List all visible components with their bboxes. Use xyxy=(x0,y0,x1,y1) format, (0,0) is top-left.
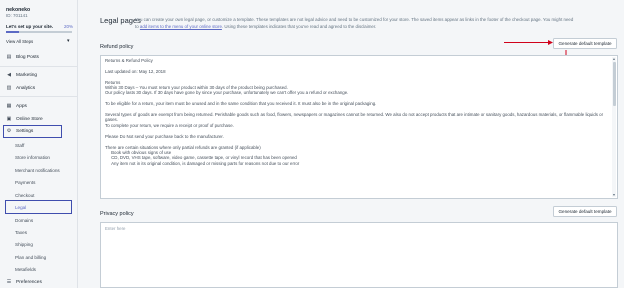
privacy-policy-label: Privacy policy xyxy=(100,211,134,217)
view-all-steps-link[interactable]: View All Steps xyxy=(6,39,33,44)
nav-label: Online Store xyxy=(16,116,43,122)
scrollbar[interactable]: ▲ ▼ xyxy=(612,57,616,197)
store-id: ID: 701141 xyxy=(6,13,28,18)
nav-label: Apps xyxy=(16,103,27,109)
scroll-thumb[interactable] xyxy=(612,62,616,106)
settings-sub-payments[interactable]: Payments xyxy=(15,180,35,185)
document-icon: ▤ xyxy=(6,54,12,60)
refund-policy-editor[interactable]: Returns & Refund Policy Last updated on:… xyxy=(100,55,618,199)
setup-progress-fill xyxy=(6,31,20,33)
settings-sub-metafields[interactable]: Metafields xyxy=(15,267,36,272)
settings-sub-domains[interactable]: Domains xyxy=(15,218,33,223)
privacy-generate-template-button[interactable]: Generate default template xyxy=(553,206,617,217)
scroll-up-icon[interactable]: ▲ xyxy=(612,57,616,61)
preferences-icon: ☰ xyxy=(6,279,12,285)
setup-percent: 20% xyxy=(64,24,74,29)
setup-progress-bar xyxy=(6,31,72,33)
sidebar: nekoneko ID: 701141 Let's set up your si… xyxy=(0,0,78,288)
apps-icon: ▦ xyxy=(6,103,12,109)
store-icon: ▣ xyxy=(6,116,12,122)
refund-policy-label: Refund policy xyxy=(100,44,134,50)
legal-highlight-box xyxy=(5,200,72,214)
settings-sub-plan-and-billing[interactable]: Plan and billing xyxy=(15,255,46,260)
refund-policy-text[interactable]: Returns & Refund Policy Last updated on:… xyxy=(105,58,605,166)
settings-sub-store-information[interactable]: Store information xyxy=(15,155,50,160)
settings-sub-merchant-notifications[interactable]: Merchant notifications xyxy=(15,168,60,173)
nav-label: Analytics xyxy=(16,85,36,91)
nav-label: Blog Posts xyxy=(16,54,39,60)
nav-label: Marketing xyxy=(16,72,38,78)
description-text-end: . Using these templates indicates that y… xyxy=(221,23,377,29)
privacy-placeholder: Enter here xyxy=(105,226,126,231)
analytics-icon: ▥ xyxy=(6,85,12,91)
divider xyxy=(0,96,78,97)
chevron-down-icon[interactable]: ▾ xyxy=(67,38,70,44)
settings-sub-checkout[interactable]: Checkout xyxy=(15,193,34,198)
nav-blog-posts[interactable]: ▤ Blog Posts xyxy=(4,52,74,62)
annotation-arrow-right xyxy=(504,40,553,45)
settings-sub-shipping[interactable]: Shipping xyxy=(15,242,33,247)
divider xyxy=(0,66,78,67)
nav-apps[interactable]: ▦ Apps xyxy=(4,101,74,111)
nav-marketing[interactable]: ◀ Marketing xyxy=(4,70,74,80)
menu-link[interactable]: add items to the menu of your online sto… xyxy=(140,24,222,29)
nav-analytics[interactable]: ▥ Analytics xyxy=(4,83,74,93)
setup-label: Let's set up your site. xyxy=(6,24,54,29)
settings-sub-staff[interactable]: Staff xyxy=(15,143,24,148)
scroll-down-icon[interactable]: ▼ xyxy=(612,193,616,197)
settings-sub-taxes[interactable]: Taxes xyxy=(15,230,27,235)
megaphone-icon: ◀ xyxy=(7,72,11,78)
main-content: Legal pages You can create your own lega… xyxy=(78,0,624,288)
nav-online-store[interactable]: ▣ Online Store xyxy=(4,114,74,124)
nav-preferences[interactable]: ☰ Preferences xyxy=(4,277,74,287)
page-description: You can create your own legal page, or c… xyxy=(135,17,575,30)
nav-label: Preferences xyxy=(16,279,42,285)
privacy-policy-editor[interactable]: Enter here xyxy=(100,222,618,288)
settings-highlight-box xyxy=(3,125,62,138)
